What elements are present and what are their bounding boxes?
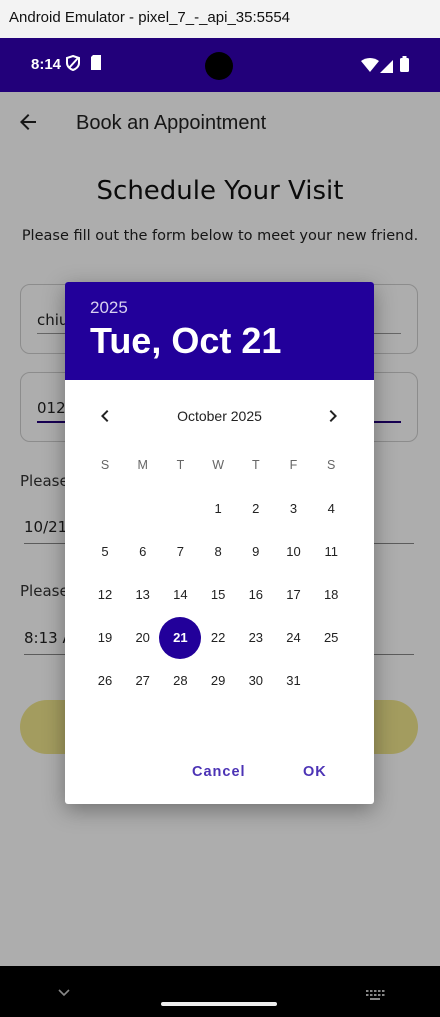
calendar-day[interactable]: 9 — [235, 531, 277, 573]
weekday-label: M — [137, 458, 148, 472]
keyboard-icon[interactable] — [365, 986, 385, 1000]
signal-icon — [380, 58, 393, 77]
weekday-label: F — [289, 458, 298, 472]
home-handle[interactable] — [161, 1002, 277, 1006]
calendar-day[interactable]: 1 — [197, 488, 239, 530]
calendar-day[interactable]: 7 — [159, 531, 201, 573]
calendar-day[interactable]: 15 — [197, 574, 239, 616]
calendar-day[interactable]: 26 — [84, 660, 126, 702]
window-title: Android Emulator - pixel_7_-_api_35:5554 — [9, 9, 291, 26]
ok-button[interactable]: OK — [303, 764, 327, 780]
chevron-down-icon[interactable] — [56, 984, 72, 997]
calendar-day[interactable]: 25 — [310, 617, 352, 659]
weekday-label: W — [212, 458, 224, 472]
chevron-right-icon[interactable] — [321, 404, 345, 428]
battery-icon — [400, 56, 409, 76]
weekday-label: S — [327, 458, 336, 472]
sim-card-icon — [90, 55, 102, 74]
calendar-day[interactable]: 13 — [122, 574, 164, 616]
date-picker-header: 2025 Tue, Oct 21 — [65, 282, 374, 380]
calendar-day[interactable]: 5 — [84, 531, 126, 573]
navigation-bar — [0, 966, 440, 1017]
status-time: 8:14 — [31, 56, 62, 73]
cancel-button[interactable]: Cancel — [192, 764, 246, 780]
status-bar: 8:14 — [0, 38, 440, 92]
weekday-header-row: SMTWTFS — [86, 458, 352, 476]
calendar-day[interactable]: 18 — [310, 574, 352, 616]
calendar-day[interactable]: 20 — [122, 617, 164, 659]
calendar-day[interactable]: 28 — [159, 660, 201, 702]
emulator-title-bar: Android Emulator - pixel_7_-_api_35:5554 — [0, 0, 440, 38]
calendar-days-grid: 1 2 3 4 5 6 7 8 9 10 11 12 13 14 15 16 17 18 19 20 21 22 23 24 2… — [86, 488, 352, 718]
calendar-day[interactable]: 8 — [197, 531, 239, 573]
calendar-day[interactable]: 14 — [159, 574, 201, 616]
calendar-day[interactable]: 11 — [310, 531, 352, 573]
weekday-label: T — [251, 458, 260, 472]
weekday-label: S — [100, 458, 110, 472]
calendar-day-selected[interactable]: 21 — [159, 617, 202, 659]
selected-year[interactable]: 2025 — [90, 298, 128, 318]
camera-cutout — [205, 52, 233, 80]
calendar-day[interactable]: 29 — [197, 660, 239, 702]
month-navigation: October 2025 — [65, 400, 374, 434]
calendar-day[interactable]: 22 — [197, 617, 239, 659]
calendar-day[interactable]: 16 — [235, 574, 277, 616]
calendar-day[interactable]: 30 — [235, 660, 277, 702]
calendar-day[interactable]: 2 — [235, 488, 277, 530]
calendar-day[interactable]: 12 — [84, 574, 126, 616]
selected-date: Tue, Oct 21 — [90, 320, 282, 361]
weekday-label: T — [176, 458, 185, 472]
dialog-actions: Cancel OK — [65, 760, 374, 790]
calendar-day[interactable]: 6 — [122, 531, 164, 573]
calendar-day[interactable]: 17 — [273, 574, 315, 616]
date-picker-dialog: 2025 Tue, Oct 21 October 2025 SMTWTFS 12… — [65, 282, 374, 804]
calendar-day[interactable]: 10 — [273, 531, 315, 573]
calendar-day[interactable]: 19 — [84, 617, 126, 659]
wifi-icon — [361, 57, 379, 76]
vpn-icon — [66, 54, 80, 75]
calendar-day[interactable]: 3 — [273, 488, 315, 530]
calendar-day[interactable]: 4 — [310, 488, 352, 530]
calendar-day[interactable]: 23 — [235, 617, 277, 659]
calendar-day[interactable]: 31 — [273, 660, 315, 702]
calendar-day[interactable]: 27 — [122, 660, 164, 702]
calendar-day[interactable]: 24 — [273, 617, 315, 659]
